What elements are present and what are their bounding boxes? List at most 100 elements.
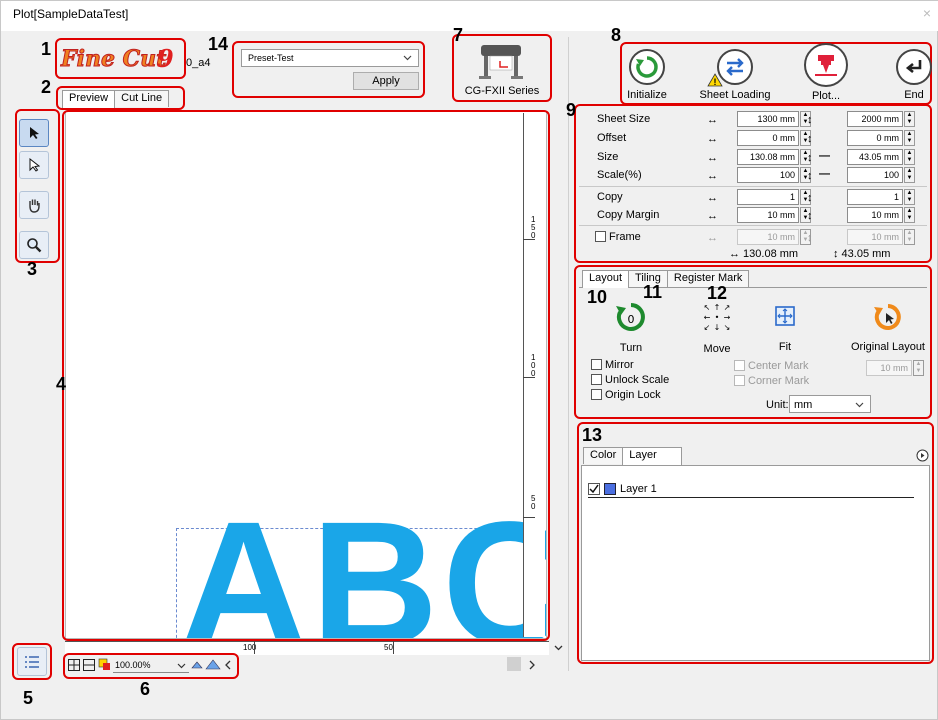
callout-number-13: 13	[582, 425, 603, 445]
tab-layout[interactable]: Layout	[582, 270, 630, 288]
end-button[interactable]: End	[874, 49, 938, 101]
zoom-out-icon[interactable]	[191, 660, 203, 670]
sheet-size-width-field[interactable]: 1300 mm	[737, 111, 799, 127]
ruler-tick	[393, 641, 394, 654]
frame-height-field: 10 mm	[847, 229, 903, 245]
plot-button[interactable]: Plot...	[786, 43, 866, 102]
callout-number-5: 5	[23, 688, 34, 708]
corner-mark-label: Corner Mark	[748, 375, 810, 387]
zoom-level-value[interactable]: 100.00%	[115, 660, 151, 670]
sheet-size-height-spinner[interactable]: ▲ ▼	[904, 111, 915, 127]
original-layout-label: Original Layout	[851, 341, 925, 353]
sheet-size-label: Sheet Size	[597, 113, 651, 125]
zoom-field-underline	[113, 672, 189, 673]
direct-select-tool-button[interactable]	[19, 151, 49, 179]
offset-height-field[interactable]: 0 mm	[847, 130, 903, 146]
magnifier-icon	[27, 238, 42, 253]
size-height-spinner[interactable]: ▲ ▼	[904, 149, 915, 165]
unit-select[interactable]: mm	[789, 395, 871, 413]
hollow-pointer-icon	[29, 158, 40, 172]
scroll-right-icon[interactable]	[529, 660, 536, 670]
origin-lock-checkbox-box[interactable]	[591, 388, 602, 400]
callout-number-12: 12	[707, 283, 728, 303]
copy-height-spinner[interactable]: ▲ ▼	[904, 189, 915, 205]
zoom-dropdown-icon[interactable]	[177, 663, 186, 669]
plot-window: Plot[SampleDataTest] × Fine Cut 9 .0_a4 …	[0, 0, 938, 720]
device-name: CG-FXII Series	[464, 85, 540, 97]
original-layout-button[interactable]: Original Layout	[843, 302, 933, 353]
scroll-left-icon[interactable]	[224, 660, 231, 670]
copy-margin-width-field[interactable]: 10 mm	[737, 207, 799, 223]
sheet-size-height-field[interactable]: 2000 mm	[847, 111, 903, 127]
callout-number-3: 3	[27, 259, 38, 279]
sheet-loading-label: Sheet Loading	[699, 89, 771, 101]
preset-select[interactable]: Preset-Test	[241, 49, 419, 67]
size-width-field[interactable]: 130.08 mm	[737, 149, 799, 165]
vertical-scrollbar[interactable]	[550, 111, 566, 651]
unlock-scale-checkbox[interactable]: Unlock Scale	[591, 373, 669, 386]
hand-tool-button[interactable]	[19, 191, 49, 219]
mark-size-spinner: ▲ ▼	[913, 360, 924, 376]
horizontal-scroll-thumb[interactable]	[507, 657, 521, 671]
mirror-checkbox[interactable]: Mirror	[591, 358, 634, 371]
layer-visible-checkbox[interactable]	[588, 483, 600, 495]
tab-cut-line[interactable]: Cut Line	[114, 90, 170, 107]
height-arrow-icon: ↕	[807, 152, 813, 164]
offset-height-spinner[interactable]: ▲ ▼	[904, 130, 915, 146]
mirror-label: Mirror	[605, 359, 634, 371]
frame-checkbox-box[interactable]	[595, 230, 606, 242]
scroll-down-icon	[554, 645, 563, 651]
color-fill-icon[interactable]	[98, 658, 111, 671]
param-divider	[579, 186, 927, 187]
initialize-button[interactable]: Initialize	[607, 49, 687, 101]
tab-preview[interactable]: Preview	[62, 90, 116, 108]
fit-button[interactable]: Fit	[755, 302, 815, 353]
title-bar: Plot[SampleDataTest] ×	[1, 1, 938, 31]
fit-grid-icon[interactable]	[68, 659, 80, 671]
scale-height-field[interactable]: 100	[847, 167, 903, 183]
checkmark-icon	[589, 484, 599, 494]
panel-menu-icon[interactable]	[916, 449, 929, 462]
frame-label: Frame	[609, 231, 641, 243]
callout-number-11: 11	[643, 282, 663, 302]
turn-button[interactable]: 0 Turn	[601, 301, 661, 354]
offset-width-field[interactable]: 0 mm	[737, 130, 799, 146]
zoom-tool-button[interactable]	[19, 231, 49, 259]
aspect-lock-link-icon[interactable]: —	[819, 150, 830, 162]
list-view-button[interactable]	[17, 647, 47, 676]
frame-height-spinner: ▲ ▼	[904, 229, 915, 245]
move-label: Move	[703, 343, 731, 355]
close-icon[interactable]: ×	[923, 5, 931, 21]
tab-color[interactable]: Color	[583, 447, 624, 464]
zoom-in-icon[interactable]	[205, 659, 221, 670]
origin-lock-checkbox[interactable]: Origin Lock	[591, 388, 661, 401]
device-button[interactable]: CG-FXII Series	[459, 39, 545, 99]
sheet-loading-button[interactable]: ! Sheet Loading	[695, 49, 775, 101]
copy-width-field[interactable]: 1	[737, 189, 799, 205]
width-arrow-icon: ↔	[707, 152, 718, 164]
center-mark-checkbox: Center Mark	[734, 359, 809, 372]
scale-height-spinner[interactable]: ▲ ▼	[904, 167, 915, 183]
width-arrow-icon: ↔	[707, 192, 718, 204]
fit-width-icon[interactable]	[83, 659, 95, 671]
unlock-scale-checkbox-box[interactable]	[591, 373, 602, 385]
svg-text:!: !	[714, 77, 717, 87]
aspect-lock-link-icon[interactable]: —	[819, 168, 830, 180]
copy-height-field[interactable]: 1	[847, 189, 903, 205]
frame-checkbox[interactable]: Frame	[595, 230, 641, 243]
frame-width-field: 10 mm	[737, 229, 799, 245]
mirror-checkbox-box[interactable]	[591, 358, 602, 370]
size-height-field[interactable]: 43.05 mm	[847, 149, 903, 165]
select-tool-button[interactable]	[19, 119, 49, 147]
copy-margin-height-spinner[interactable]: ▲ ▼	[904, 207, 915, 223]
width-arrow-icon: ↔	[707, 114, 718, 126]
layer-row[interactable]: Layer 1	[588, 482, 914, 498]
scale-width-field[interactable]: 100	[737, 167, 799, 183]
plotter-icon	[479, 45, 523, 79]
copy-margin-height-field[interactable]: 10 mm	[847, 207, 903, 223]
hand-icon	[29, 199, 40, 213]
move-button[interactable]: ↖ ↑ ↗ ← • → ↙ ↓ ↘ Move	[687, 302, 747, 355]
tab-layer[interactable]: Layer	[622, 447, 683, 465]
apply-button[interactable]: Apply	[353, 72, 419, 90]
height-arrow-icon: ↕	[807, 170, 813, 182]
